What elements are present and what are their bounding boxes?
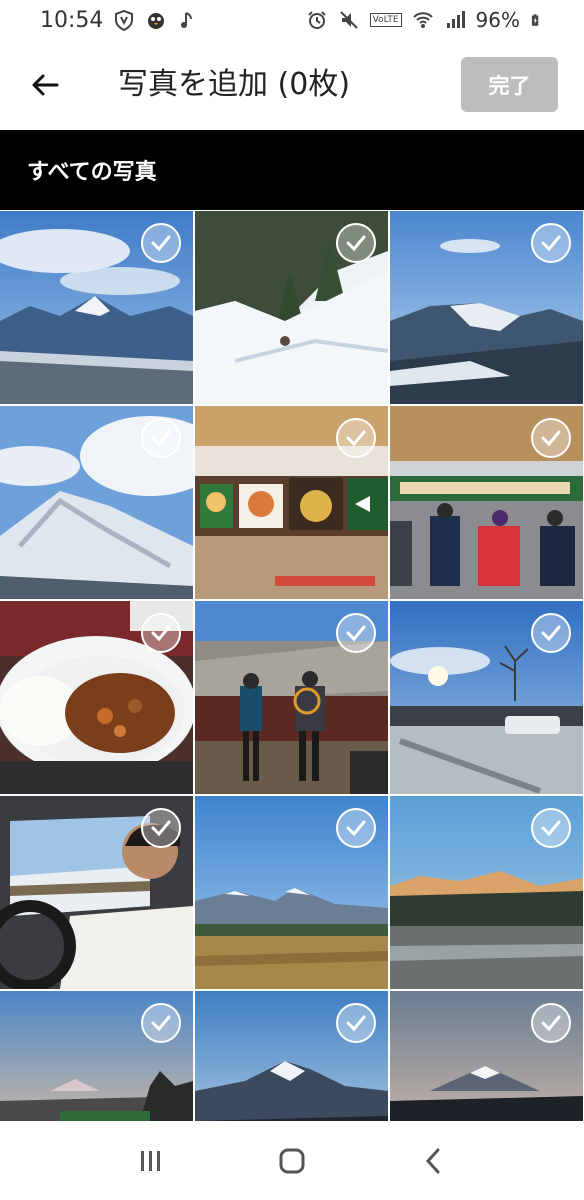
select-check[interactable] <box>336 613 376 653</box>
mute-icon <box>339 11 358 29</box>
recents-button[interactable] <box>121 1131 181 1191</box>
checkmark-icon <box>346 235 366 252</box>
back-button[interactable] <box>24 64 66 106</box>
select-check[interactable] <box>141 613 181 653</box>
home-button[interactable] <box>262 1131 322 1191</box>
volte-icon: VoLTE <box>369 13 402 27</box>
done-button[interactable]: 完了 <box>461 57 558 112</box>
select-check[interactable] <box>531 1003 571 1043</box>
system-nav-bar <box>0 1122 584 1200</box>
photo-tile[interactable] <box>390 601 583 794</box>
checkmark-icon <box>346 625 366 642</box>
checkmark-icon <box>541 235 561 252</box>
battery-percent: 96% <box>475 8 520 32</box>
checkmark-icon <box>346 1015 366 1032</box>
checkmark-icon <box>151 430 171 447</box>
checkmark-icon <box>541 820 561 837</box>
page-title: 写真を追加 (0枚) <box>118 67 351 102</box>
select-check[interactable] <box>531 808 571 848</box>
photo-tile[interactable] <box>390 796 583 989</box>
select-check[interactable] <box>531 613 571 653</box>
select-check[interactable] <box>336 1003 376 1043</box>
checkmark-icon <box>151 820 171 837</box>
select-check[interactable] <box>141 808 181 848</box>
checkmark-icon <box>541 430 561 447</box>
select-check[interactable] <box>336 223 376 263</box>
photo-tile[interactable] <box>195 796 388 989</box>
checkmark-icon <box>151 235 171 252</box>
penguin-icon <box>148 13 165 29</box>
photo-tile[interactable] <box>195 406 388 599</box>
select-check[interactable] <box>531 223 571 263</box>
shield-icon <box>115 9 134 31</box>
music-icon <box>181 12 193 28</box>
signal-icon <box>446 11 465 28</box>
photo-grid <box>0 211 584 1121</box>
status-bar: 10:54 VoLTE 96% <box>0 0 584 40</box>
nav-back-button[interactable] <box>403 1131 463 1191</box>
status-time: 10:54 <box>40 7 104 33</box>
battery-icon <box>531 14 539 26</box>
checkmark-icon <box>346 820 366 837</box>
select-check[interactable] <box>141 1003 181 1043</box>
photo-tile[interactable] <box>0 991 193 1121</box>
checkmark-icon <box>346 430 366 447</box>
select-check[interactable] <box>531 418 571 458</box>
app-bar: 写真を追加 (0枚) 完了 <box>0 42 584 128</box>
nav-back-icon <box>426 1148 440 1174</box>
status-left: 10:54 <box>40 8 199 33</box>
photo-tile[interactable] <box>195 991 388 1121</box>
checkmark-icon <box>151 1015 171 1032</box>
select-check[interactable] <box>336 808 376 848</box>
home-icon <box>279 1148 305 1174</box>
photo-tile[interactable] <box>0 406 193 599</box>
checkmark-icon <box>151 625 171 642</box>
wifi-icon <box>412 12 433 28</box>
alarm-icon <box>307 11 326 29</box>
photo-tile[interactable] <box>390 406 583 599</box>
status-right: VoLTE 96% <box>306 8 544 32</box>
section-header-all-photos: すべての写真 <box>0 130 584 210</box>
arrow-left-icon <box>32 74 59 96</box>
checkmark-icon <box>541 625 561 642</box>
recents-icon <box>140 1151 160 1171</box>
checkmark-icon <box>541 1015 561 1032</box>
select-check[interactable] <box>336 418 376 458</box>
photo-tile[interactable] <box>390 211 583 404</box>
photo-tile[interactable] <box>0 211 193 404</box>
photo-tile[interactable] <box>195 211 388 404</box>
photo-tile[interactable] <box>195 601 388 794</box>
photo-tile[interactable] <box>0 601 193 794</box>
photo-tile[interactable] <box>0 796 193 989</box>
photo-tile[interactable] <box>390 991 583 1121</box>
select-check[interactable] <box>141 418 181 458</box>
select-check[interactable] <box>141 223 181 263</box>
